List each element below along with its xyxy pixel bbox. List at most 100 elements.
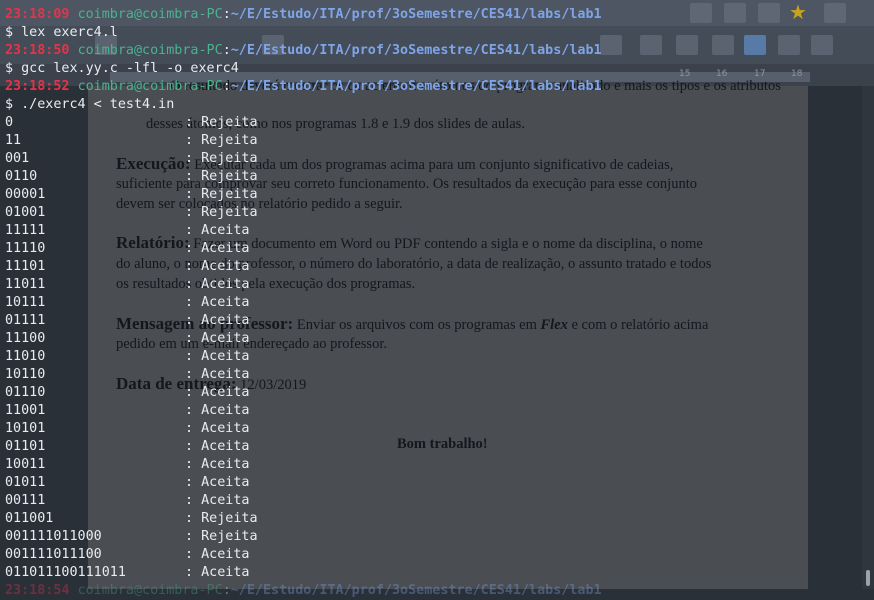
result-line: 11101 : Aceita bbox=[5, 258, 405, 276]
result-status: : Rejeita bbox=[185, 151, 258, 166]
command-line: $ gcc lex.yy.c -lfl -o exerc4 bbox=[5, 61, 239, 76]
result-input: 01111 bbox=[5, 313, 46, 328]
result-input: 10101 bbox=[5, 421, 46, 436]
prompt-colon: : bbox=[222, 583, 231, 598]
prompt-user-host: coimbra@coimbra-PC bbox=[77, 583, 223, 598]
prompt-path: ~/E/Estudo/ITA/prof/3oSemestre/CES41/lab… bbox=[230, 7, 602, 22]
result-line: 001111011100 : Aceita bbox=[5, 546, 405, 564]
result-line: 01001 : Rejeita bbox=[5, 204, 405, 222]
result-status: : Aceita bbox=[185, 439, 250, 454]
result-line: 11 : Rejeita bbox=[5, 132, 405, 150]
result-status: : Aceita bbox=[185, 259, 250, 274]
result-input: 11100 bbox=[5, 331, 46, 346]
result-line: 011001 : Rejeita bbox=[5, 510, 405, 528]
result-line: 10011 : Aceita bbox=[5, 456, 405, 474]
result-status: : Aceita bbox=[185, 277, 250, 292]
result-line: 01101 : Aceita bbox=[5, 438, 405, 456]
result-input: 10011 bbox=[5, 457, 46, 472]
result-status: : Aceita bbox=[185, 403, 250, 418]
result-line: 0110 : Rejeita bbox=[5, 168, 405, 186]
prompt-line: 23:18:50 coimbra@coimbra-PC:~/E/Estudo/I… bbox=[5, 42, 602, 60]
result-input: 10110 bbox=[5, 367, 46, 382]
result-status: : Rejeita bbox=[185, 511, 258, 526]
prompt-line: 23:18:52 coimbra@coimbra-PC:~/E/Estudo/I… bbox=[5, 78, 602, 96]
prompt-colon: : bbox=[222, 43, 231, 58]
prompt-time: 23:18:52 bbox=[5, 79, 70, 94]
prompt-path: ~/E/Estudo/ITA/prof/3oSemestre/CES41/lab… bbox=[230, 43, 602, 58]
result-status: : Aceita bbox=[185, 385, 250, 400]
result-status: : Aceita bbox=[185, 493, 250, 508]
result-line: 01111 : Aceita bbox=[5, 312, 405, 330]
prompt-line: 23:18:09 coimbra@coimbra-PC:~/E/Estudo/I… bbox=[5, 6, 602, 24]
result-status: : Rejeita bbox=[185, 187, 258, 202]
result-status: : Rejeita bbox=[185, 205, 258, 220]
result-status: : Aceita bbox=[185, 223, 250, 238]
result-line: 10110 : Aceita bbox=[5, 366, 405, 384]
result-line: 011011100111011: Aceita bbox=[5, 564, 405, 582]
result-input: 001111011100 bbox=[5, 547, 102, 562]
prompt-time: 23:18:09 bbox=[5, 7, 70, 22]
result-status: : Rejeita bbox=[185, 115, 258, 130]
result-input: 11 bbox=[5, 133, 22, 148]
result-line: 001111011000 : Rejeita bbox=[5, 528, 405, 546]
result-input: 0 bbox=[5, 115, 14, 130]
prompt-path: ~/E/Estudo/ITA/prof/3oSemestre/CES41/lab… bbox=[230, 583, 602, 598]
result-input: 11111 bbox=[5, 223, 46, 238]
result-input: 01110 bbox=[5, 385, 46, 400]
result-status: : Rejeita bbox=[185, 133, 258, 148]
result-status: : Aceita bbox=[185, 241, 250, 256]
result-line: 11011 : Aceita bbox=[5, 276, 405, 294]
prompt-colon: : bbox=[222, 7, 231, 22]
prompt-user-host: coimbra@coimbra-PC bbox=[77, 7, 223, 22]
result-line: 11111 : Aceita bbox=[5, 222, 405, 240]
result-input: 001111011000 bbox=[5, 529, 102, 544]
result-input: 0110 bbox=[5, 169, 38, 184]
result-input: 011001 bbox=[5, 511, 54, 526]
result-input: 11010 bbox=[5, 349, 46, 364]
result-input: 01011 bbox=[5, 475, 46, 490]
result-status: : Aceita bbox=[185, 331, 250, 346]
prompt-user-host: coimbra@coimbra-PC bbox=[77, 43, 223, 58]
prompt-time: 23:18:54 bbox=[5, 583, 70, 598]
result-status: : Aceita bbox=[185, 475, 250, 490]
prompt-user-host: coimbra@coimbra-PC bbox=[77, 79, 223, 94]
command-line: $ lex exerc4.l bbox=[5, 25, 118, 40]
result-status: : Aceita bbox=[185, 367, 250, 382]
result-line: 11110 : Aceita bbox=[5, 240, 405, 258]
result-line: 10101 : Aceita bbox=[5, 420, 405, 438]
result-line: 0 : Rejeita bbox=[5, 114, 405, 132]
result-input: 01001 bbox=[5, 205, 46, 220]
result-line: 00001 : Rejeita bbox=[5, 186, 405, 204]
result-line: 001 : Rejeita bbox=[5, 150, 405, 168]
result-status: : Aceita bbox=[185, 313, 250, 328]
result-input: 11101 bbox=[5, 259, 46, 274]
result-line: 11001 : Aceita bbox=[5, 402, 405, 420]
result-input: 11001 bbox=[5, 403, 46, 418]
result-line: 01110 : Aceita bbox=[5, 384, 405, 402]
result-input: 001 bbox=[5, 151, 30, 166]
command-line: $ ./exerc4 < test4.in bbox=[5, 97, 175, 112]
terminal-window[interactable]: 23:18:09 coimbra@coimbra-PC:~/E/Estudo/I… bbox=[0, 0, 874, 598]
result-status: : Aceita bbox=[185, 457, 250, 472]
result-line: 00111 : Aceita bbox=[5, 492, 405, 510]
result-input: 11110 bbox=[5, 241, 46, 256]
result-status: : Rejeita bbox=[185, 169, 258, 184]
result-status: : Aceita bbox=[185, 421, 250, 436]
result-status: : Aceita bbox=[185, 547, 250, 562]
result-status: : Rejeita bbox=[185, 529, 258, 544]
result-status: : Aceita bbox=[185, 349, 250, 364]
result-input: 11011 bbox=[5, 277, 46, 292]
prompt-line: 23:18:54 coimbra@coimbra-PC:~/E/Estudo/I… bbox=[5, 582, 602, 600]
result-input: 011011100111011 bbox=[5, 565, 126, 580]
prompt-path: ~/E/Estudo/ITA/prof/3oSemestre/CES41/lab… bbox=[230, 79, 602, 94]
result-line: 11100 : Aceita bbox=[5, 330, 405, 348]
prompt-time: 23:18:50 bbox=[5, 43, 70, 58]
result-input: 10111 bbox=[5, 295, 46, 310]
result-status: : Aceita bbox=[185, 295, 250, 310]
result-input: 01101 bbox=[5, 439, 46, 454]
result-line: 01011 : Aceita bbox=[5, 474, 405, 492]
result-input: 00111 bbox=[5, 493, 46, 508]
result-input: 00001 bbox=[5, 187, 46, 202]
prompt-colon: : bbox=[222, 79, 231, 94]
result-line: 10111 : Aceita bbox=[5, 294, 405, 312]
